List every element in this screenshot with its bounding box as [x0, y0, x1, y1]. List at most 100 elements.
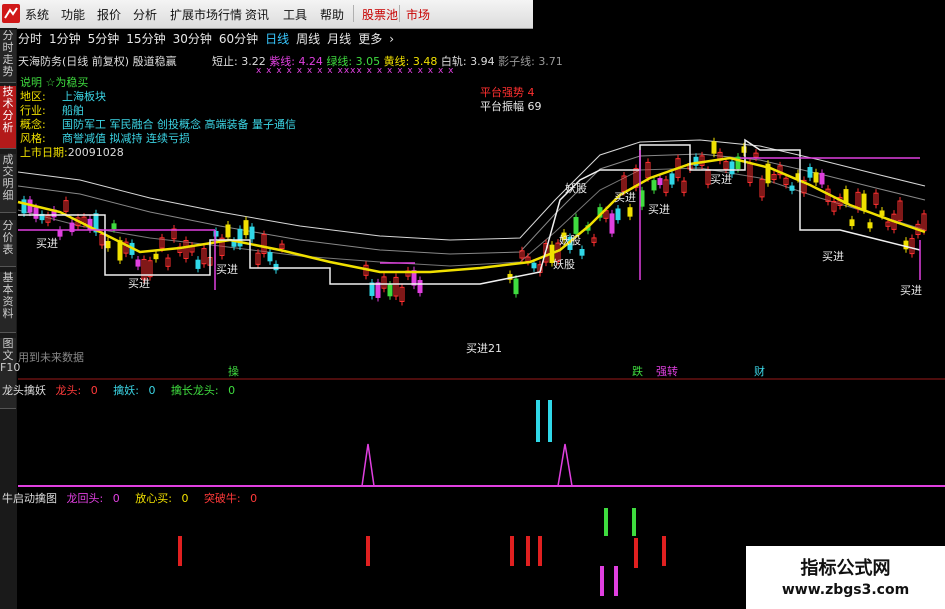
- panel2-magenta-bar: [614, 566, 618, 596]
- signal-label: 妖股: [565, 182, 587, 195]
- panel2-field2-value: 0: [181, 492, 189, 505]
- listing-label: 上市日期:: [20, 146, 68, 159]
- candle-body: [57, 229, 63, 237]
- candle-body: [417, 280, 423, 294]
- panel1-marks: [18, 400, 945, 487]
- signal-label: 妖股: [553, 258, 575, 271]
- stock-info: 说明 ☆为稳买 地区: 上海板块 行业: 船舶 概念: 国防军工 军民融合 创投概念 …: [20, 74, 296, 159]
- panel2-header: 牛启动擒图 龙回头: 0 放心买: 0 突破牛: 0: [2, 490, 269, 506]
- candle-body: [369, 282, 375, 296]
- panel2-field1: 龙回头: 0: [67, 492, 126, 505]
- candle-body: [513, 278, 519, 295]
- panel2-red-bar: [178, 536, 182, 566]
- panel1-bar: [548, 400, 552, 442]
- panel1-spike: [557, 443, 573, 487]
- shadow-line-label: 影子线:: [498, 55, 535, 68]
- bottom-marker: 操: [228, 365, 239, 378]
- panel2-field2: 放心买: 0: [135, 492, 194, 505]
- platform-amplitude: 平台振幅 69: [480, 100, 542, 113]
- signal-label: 买进: [822, 250, 844, 263]
- candle-body: [903, 240, 909, 250]
- panel1-header: 龙头擒妖 龙头: 0 擒妖: 0 擒长龙头: 0: [2, 382, 247, 398]
- candle-body: [789, 185, 795, 191]
- panel2-red-bar: [510, 536, 514, 566]
- channel-lines: [17, 139, 926, 267]
- panel2-field3: 突破牛: 0: [204, 492, 263, 505]
- signal-label: 买进: [900, 284, 922, 297]
- panel1-name: 龙头擒妖: [2, 384, 46, 397]
- panel1-field3-value: 0: [228, 384, 236, 397]
- candle-body: [867, 222, 873, 229]
- panel2-red-bar: [538, 536, 542, 566]
- panel2-field3-label: 突破牛:: [203, 492, 241, 505]
- panel1-field2: 擒妖: 0: [113, 384, 161, 397]
- panel2-magenta-bar: [600, 566, 604, 596]
- indicator-overlay: [17, 138, 926, 290]
- panel2-green-bar: [632, 508, 636, 536]
- candle-body: [33, 207, 39, 219]
- candle-body: [711, 141, 717, 154]
- chart-header: 天海防务(日线 前复权) 殷道稳赢: [18, 53, 177, 69]
- candle-body: [375, 282, 381, 298]
- candle-body: [105, 241, 111, 249]
- candle-body: [573, 217, 579, 234]
- candle-body: [657, 178, 663, 186]
- panel1-bar: [536, 400, 540, 442]
- white-line-value: 3.94: [470, 55, 495, 68]
- shadow-line-value: 3.71: [538, 55, 563, 68]
- panel1-field2-value: 0: [148, 384, 156, 397]
- panel2-name: 牛启动擒图: [2, 492, 57, 505]
- candle-body: [225, 224, 231, 238]
- panel1-field1-label: 龙头:: [55, 384, 82, 397]
- candle-body: [243, 220, 249, 236]
- watermark-title: 指标公式网: [800, 558, 891, 579]
- candle-body: [249, 226, 255, 240]
- panel2-green-bar: [604, 508, 608, 536]
- bottom-marker: 跌: [632, 365, 643, 378]
- signal-label: 买进: [710, 173, 732, 186]
- panel2-red-bar: [366, 536, 370, 566]
- candle-body: [627, 207, 633, 217]
- candle-body: [879, 210, 885, 216]
- candle-body: [195, 259, 201, 269]
- signal-label: 买进: [128, 277, 150, 290]
- white-step-line: [18, 138, 921, 285]
- candle-body: [111, 223, 117, 230]
- signal-label: 买进: [614, 191, 636, 204]
- candle-body: [267, 252, 273, 262]
- panel2-marks: [178, 508, 666, 596]
- bottom-marker: 强转: [656, 365, 678, 378]
- signal-label: 妖股: [559, 234, 581, 247]
- watermark-url: www.zbgs3.com: [781, 582, 910, 598]
- panel1-field3-label: 擒长龙头:: [170, 384, 219, 397]
- candle-body: [153, 253, 159, 260]
- candle-body: [609, 213, 615, 234]
- candle-body: [813, 172, 819, 183]
- panel2-field3-value: 0: [250, 492, 258, 505]
- panel2-red-bar: [662, 536, 666, 566]
- panel2-red-bar: [634, 538, 638, 568]
- candle-body: [531, 262, 537, 269]
- panel1-field1: 龙头: 0: [56, 384, 104, 397]
- candle-body: [579, 249, 585, 256]
- panel1-field2-label: 擒妖:: [113, 384, 139, 397]
- candle-body: [819, 172, 825, 185]
- candle-body: [669, 173, 675, 185]
- panel2-red-bar: [526, 536, 530, 566]
- bottom-marker: 财: [754, 365, 765, 378]
- chart-title: 天海防务(日线 前复权) 殷道稳赢: [18, 55, 177, 68]
- buy-annotation: 买进21: [466, 342, 502, 355]
- signal-label: 买进: [216, 263, 238, 276]
- candle-body: [135, 259, 141, 267]
- candle-body: [615, 208, 621, 221]
- watermark-box: 指标公式网 www.zbgs3.com: [746, 546, 945, 609]
- panel1-field1-value: 0: [90, 384, 98, 397]
- signal-label: 买进: [36, 237, 58, 250]
- candle-body: [387, 284, 393, 297]
- panel2-field1-value: 0: [112, 492, 120, 505]
- candlesticks: [21, 137, 927, 306]
- candle-body: [849, 219, 855, 227]
- panel2-field1-label: 龙回头:: [66, 492, 104, 505]
- candle-body: [861, 193, 867, 211]
- future-data-note: 用到未来数据: [18, 351, 84, 364]
